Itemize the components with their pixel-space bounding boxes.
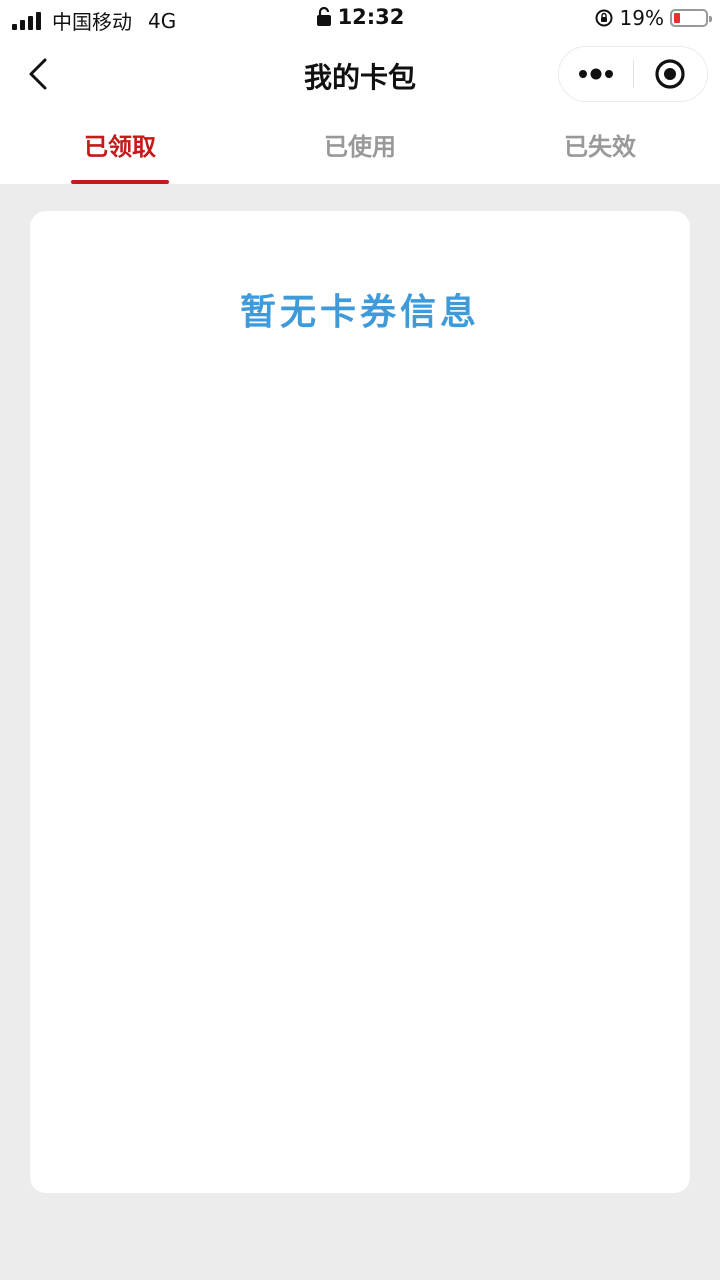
coupon-list-card: 暂无卡券信息	[30, 211, 690, 1193]
navigation-bar: 我的卡包	[0, 36, 720, 112]
status-right: 19%	[594, 6, 712, 30]
tab-received[interactable]: 已领取	[0, 112, 240, 184]
close-button[interactable]	[634, 46, 708, 102]
mini-program-capsule	[558, 46, 708, 102]
battery-icon	[670, 9, 712, 27]
more-button[interactable]	[559, 46, 633, 102]
rotation-lock-icon	[595, 9, 613, 27]
battery-fill	[674, 13, 680, 23]
lock-icon	[316, 6, 331, 26]
status-time: 12:32	[337, 5, 405, 29]
status-bar: 中国移动 4G 12:32 19%	[0, 0, 720, 36]
empty-state-message: 暂无卡券信息	[239, 292, 480, 333]
tab-bar: 已领取 已使用 已失效	[0, 112, 720, 184]
tab-expired[interactable]: 已失效	[480, 112, 720, 184]
target-close-icon	[655, 59, 685, 89]
tab-used[interactable]: 已使用	[240, 112, 480, 184]
battery-percent: 19%	[619, 6, 664, 30]
more-dots-icon	[578, 68, 613, 80]
